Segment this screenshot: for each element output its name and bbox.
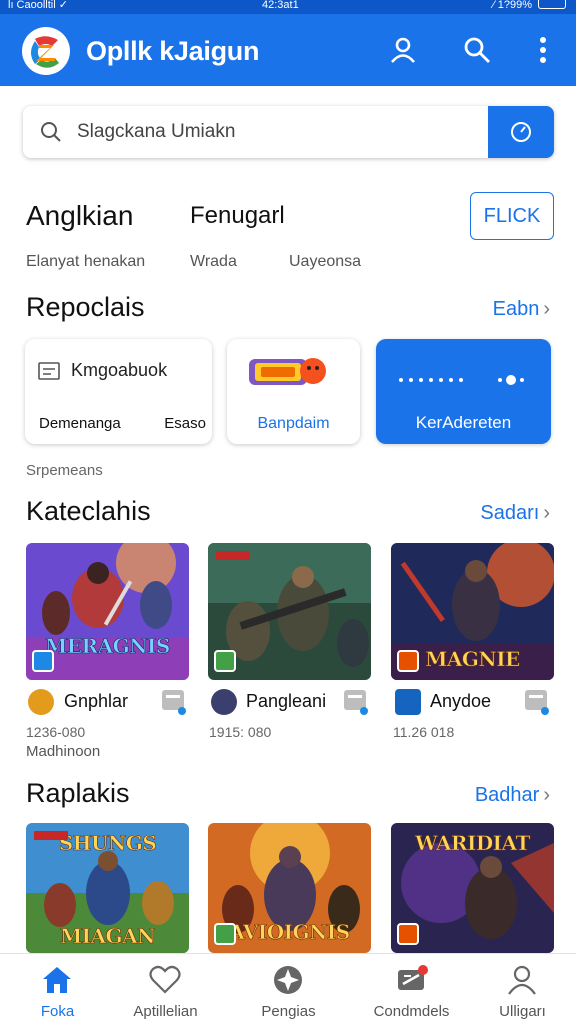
user-icon — [505, 964, 539, 996]
platform-badge-icon — [397, 650, 419, 672]
account-icon[interactable] — [387, 34, 419, 66]
section-title-featured: Kateclahis — [26, 496, 151, 526]
game-name: Gnphlar — [64, 691, 129, 711]
carrier-label: lı Caoolltil ✓ — [8, 0, 68, 11]
timer-icon — [511, 122, 531, 142]
battery-label: ⁄ 1?99% — [492, 0, 532, 11]
game-tile-5[interactable]: AVIOIGNIS — [208, 823, 371, 953]
game-icon — [211, 689, 237, 715]
nav-label: Condmdels — [373, 1003, 450, 1020]
subtab-1[interactable]: Elanyat henakan — [26, 253, 145, 271]
game-name: Pangleani — [246, 691, 327, 711]
game-stats: 1236-080 — [26, 724, 86, 740]
category-card-label: KerAdereten — [415, 413, 512, 432]
category-card-label: Banpdaim — [257, 415, 330, 432]
game-tile-3[interactable]: MAGNIE — [391, 543, 554, 680]
game-tile-4[interactable]: SHUNGS MIAGAN — [26, 823, 189, 953]
nav-label: Aptillelian — [133, 1003, 198, 1020]
flick-button[interactable]: FLICK — [470, 192, 554, 240]
heart-icon — [148, 964, 182, 996]
game-art-title: MIAGAN — [60, 924, 156, 949]
sale-tag — [216, 551, 250, 560]
section-link-label: Eabn — [492, 298, 540, 320]
tab-secondary[interactable]: Fenugarl — [190, 202, 285, 230]
search-submit-button[interactable] — [488, 106, 554, 158]
chevron-right-icon: › — [543, 502, 550, 524]
section-link-label: Badhar — [474, 784, 540, 806]
list-icon — [37, 360, 61, 387]
app-title: Opllk kJaigun — [86, 36, 260, 66]
chevron-right-icon: › — [543, 784, 550, 806]
compass-icon — [271, 964, 305, 996]
game-stats: 1915: 080 — [209, 724, 272, 740]
category-card-right-label: Esaso — [164, 415, 206, 432]
platform-badge-icon — [397, 923, 419, 945]
tab-primary[interactable]: Anglkian — [26, 200, 133, 232]
more-options-icon[interactable] — [527, 34, 559, 66]
nav-label: Pengias — [261, 1003, 316, 1020]
download-icon[interactable] — [161, 689, 187, 715]
category-card-2[interactable]: Banpdaim — [227, 339, 360, 444]
chevron-right-icon: › — [543, 298, 550, 320]
game-icon — [395, 689, 421, 715]
slider-dots-icon — [398, 372, 528, 390]
app-bar: Opllk kJaigun — [0, 14, 576, 86]
platform-badge-icon — [214, 650, 236, 672]
nav-label: Foka — [40, 1003, 75, 1020]
section-title-more: Raplakis — [26, 778, 130, 808]
category-card-3[interactable]: KerAdereten — [376, 339, 551, 444]
search-input[interactable] — [77, 116, 497, 148]
subtab-3[interactable]: Uayeonsa — [289, 253, 361, 271]
nav-item-explore[interactable]: Pengias — [231, 954, 346, 1024]
home-icon — [40, 964, 74, 996]
category-card-heading: Kmgoabuok — [71, 360, 168, 380]
game-tile-6[interactable]: WARIDIAT — [391, 823, 554, 953]
game-art-title: WARIDIAT — [415, 831, 531, 856]
game-stats: 11.26 018 — [393, 724, 455, 740]
section-link-label: Sadarı — [480, 502, 540, 524]
game-icon — [28, 689, 54, 715]
category-card-1[interactable]: Kmgoabuok Demenanga Esaso — [25, 339, 212, 444]
ticket-icon — [394, 964, 428, 996]
platform-badge-icon — [32, 650, 54, 672]
game-name: Anydoe — [430, 691, 492, 711]
clock-label: 42:3at1 — [262, 0, 299, 11]
section-link-featured[interactable]: Sadarı › — [480, 502, 550, 525]
category-caption: Srpemeans — [26, 462, 103, 479]
status-bar: lı Caoolltil ✓ 42:3at1 ⁄ 1?99% — [0, 0, 576, 14]
sale-tag — [34, 831, 68, 840]
download-icon[interactable] — [343, 689, 369, 715]
game-subtitle: Madhinoon — [26, 743, 101, 760]
download-icon[interactable] — [524, 689, 550, 715]
game-tile-2[interactable] — [208, 543, 371, 680]
category-card-left-label: Demenanga — [39, 415, 121, 432]
subtab-2[interactable]: Wrada — [190, 253, 237, 271]
game-tile-1[interactable]: MERAGNIS — [26, 543, 189, 680]
nav-label: Ulligarı — [499, 1003, 546, 1020]
section-link-more[interactable]: Badhar › — [475, 784, 550, 807]
app-logo-icon — [22, 27, 70, 75]
search-bar — [23, 106, 554, 158]
game-art-icon — [247, 353, 327, 391]
platform-badge-icon — [214, 923, 236, 945]
nav-item-home[interactable]: Foka — [0, 954, 115, 1024]
nav-item-favorites[interactable]: Aptillelian — [108, 954, 223, 1024]
nav-item-tickets[interactable]: Condmdels — [354, 954, 469, 1024]
nav-item-profile[interactable]: Ulligarı — [465, 954, 576, 1024]
battery-icon — [538, 0, 566, 9]
section-title-categories: Repoclais — [26, 292, 145, 322]
search-icon[interactable] — [461, 34, 493, 66]
search-field-icon — [39, 120, 63, 149]
bottom-navigation: Foka Aptillelian Pengias Condmdels Ullig… — [0, 953, 576, 1024]
section-link-categories[interactable]: Eabn › — [493, 298, 550, 321]
